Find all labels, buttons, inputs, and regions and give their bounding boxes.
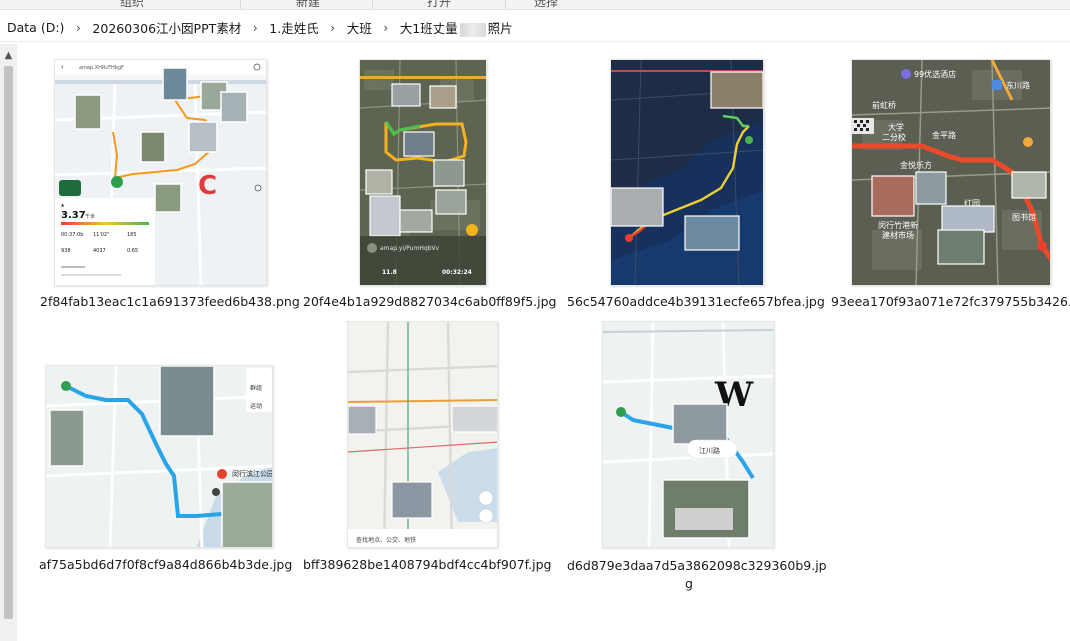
dark-route-thumbnail	[611, 60, 763, 285]
satellite-route-thumbnail: amap.yi/PumHqbVv 11.8 00:32:24	[360, 60, 486, 285]
thumb-pace: 11'02"	[93, 232, 109, 238]
ribbon-group-new[interactable]: 新建	[296, 0, 320, 9]
file-name[interactable]: bff389628be1408794bdf4cc4bf907f.jpg	[303, 557, 551, 572]
thumb-label-market2: 建材市场	[882, 230, 914, 240]
thumb-label-bridge: 前虹桥	[872, 100, 896, 110]
file-thumbnail[interactable]: amap.yi/PumHqbVv 11.8 00:32:24	[359, 59, 487, 286]
thumb-time: 00:37:0b	[61, 232, 83, 238]
thumb-label-road2: 金平路	[932, 130, 956, 140]
chevron-up-icon[interactable]: ▲	[3, 50, 14, 61]
satellite-labels-thumbnail: 99优选酒店 东川路 前虹桥 大学 二分校 金平路 金悦乐方 红园 闵行竹港新 …	[852, 60, 1050, 285]
thumb-letter: C	[198, 171, 217, 201]
file-thumbnail[interactable]: ‹ amap.XHRcFHbgF C ▲ 3.37 千米 00:37:0b 11…	[54, 59, 267, 286]
breadcrumb-current-folder[interactable]: 大1班丈量 照片	[400, 18, 513, 37]
vertical-scrollbar[interactable]: ▲	[0, 44, 17, 641]
standard-map-thumbnail: 查找地点、公交、地铁	[348, 322, 497, 547]
svg-text:‹: ‹	[61, 63, 64, 71]
ribbon-group-open[interactable]: 打开	[427, 0, 451, 9]
thumb-label-library: 图书馆	[1012, 212, 1036, 222]
ribbon-divider	[505, 0, 506, 9]
thumb-label-school: 大学	[888, 122, 904, 132]
thumb-label-branch: 二分校	[882, 132, 906, 142]
breadcrumb: Data (D:) › 20260306江小囡PPT素材 › 1.走姓氏 › 大…	[0, 14, 1070, 42]
thumb-distance: 3.37	[61, 210, 86, 221]
thumb-button-group: 群组	[250, 384, 262, 392]
file-name-line1: d6d879e3daa7d5a3862098c329360b9.jp	[567, 558, 827, 573]
blue-route-thumbnail: 闵行滨江公园 群组 运动	[46, 366, 273, 547]
file-name[interactable]: 2f84fab13eac1c1a691373feed6b438.png	[40, 294, 300, 309]
thumb-label-road: 东川路	[1006, 80, 1030, 90]
ribbon-toolbar: 组织 新建 打开 选择	[0, 0, 1070, 10]
file-name[interactable]: 56c54760addce4b39131ecfe657bfea.jpg	[567, 294, 825, 309]
ribbon-divider	[240, 0, 241, 9]
file-thumbnail[interactable]: W 江川路	[602, 321, 774, 548]
ribbon-divider	[372, 0, 373, 9]
ribbon-group-select[interactable]: 选择	[534, 0, 558, 9]
w-route-thumbnail: W 江川路	[603, 322, 773, 547]
thumb-label-hotel: 99优选酒店	[914, 69, 956, 79]
thumb-time: 00:32:24	[442, 269, 472, 276]
thumb-unit: 千米	[85, 213, 95, 220]
file-thumbnail[interactable]: 闵行滨江公园 群组 运动	[45, 365, 273, 548]
file-thumbnail[interactable]: 查找地点、公交、地铁	[347, 321, 498, 548]
thumb-search-placeholder: 查找地点、公交、地铁	[356, 536, 416, 544]
file-thumbnail[interactable]	[610, 59, 764, 286]
thumb-label-road: 江川路	[699, 446, 720, 455]
route-map-thumbnail: ‹ amap.XHRcFHbgF C ▲ 3.37 千米 00:37:0b 11…	[55, 60, 266, 285]
breadcrumb-chevron-icon[interactable]: ›	[319, 21, 347, 35]
thumb-label-market: 闵行竹港新	[878, 220, 918, 230]
breadcrumb-folder-class[interactable]: 大班	[347, 18, 372, 37]
file-name[interactable]: 93eea170f93a071e72fc379755b3426.jpg	[831, 294, 1070, 309]
file-name[interactable]: d6d879e3daa7d5a3862098c329360b9.jp g	[567, 557, 827, 593]
thumb-share-link: amap.XHRcFHbgF	[79, 65, 124, 71]
breadcrumb-chevron-icon[interactable]: ›	[241, 21, 269, 35]
thumb-label-mall: 金悦乐方	[900, 160, 932, 170]
breadcrumb-drive[interactable]: Data (D:)	[7, 20, 64, 35]
ribbon-group-organize[interactable]: 组织	[120, 0, 144, 9]
thumb-button-sport: 运动	[250, 402, 262, 410]
breadcrumb-chevron-icon[interactable]: ›	[372, 21, 400, 35]
thumb-value-3: 0.65	[127, 248, 138, 254]
file-name[interactable]: af75a5bd6d7f0f8cf9a84d866b4b3de.jpg	[39, 557, 292, 572]
scrollbar-thumb[interactable]	[4, 66, 13, 619]
breadcrumb-folder-ppt[interactable]: 20260306江小囡PPT素材	[92, 18, 241, 37]
thumb-value-2: 4037	[93, 248, 106, 254]
file-name[interactable]: 20f4e4b1a929d8827034c6ab0ff89f5.jpg	[303, 294, 556, 309]
redacted-text	[459, 22, 486, 37]
file-name-line2: g	[685, 576, 693, 591]
breadcrumb-current-suffix: 照片	[487, 21, 513, 36]
breadcrumb-folder-surname[interactable]: 1.走姓氏	[269, 18, 318, 37]
thumb-value-1: 938	[61, 248, 71, 254]
thumb-steps: 185	[127, 232, 137, 238]
thumb-label-park: 闵行滨江公园	[232, 469, 273, 478]
thumb-distance: 11.8	[382, 269, 397, 276]
file-thumbnail[interactable]: 99优选酒店 东川路 前虹桥 大学 二分校 金平路 金悦乐方 红园 闵行竹港新 …	[851, 59, 1051, 286]
thumb-share-link: amap.yi/PumHqbVv	[380, 245, 440, 252]
breadcrumb-current-prefix: 大1班丈量	[399, 21, 458, 36]
breadcrumb-chevron-icon[interactable]: ›	[64, 21, 92, 35]
